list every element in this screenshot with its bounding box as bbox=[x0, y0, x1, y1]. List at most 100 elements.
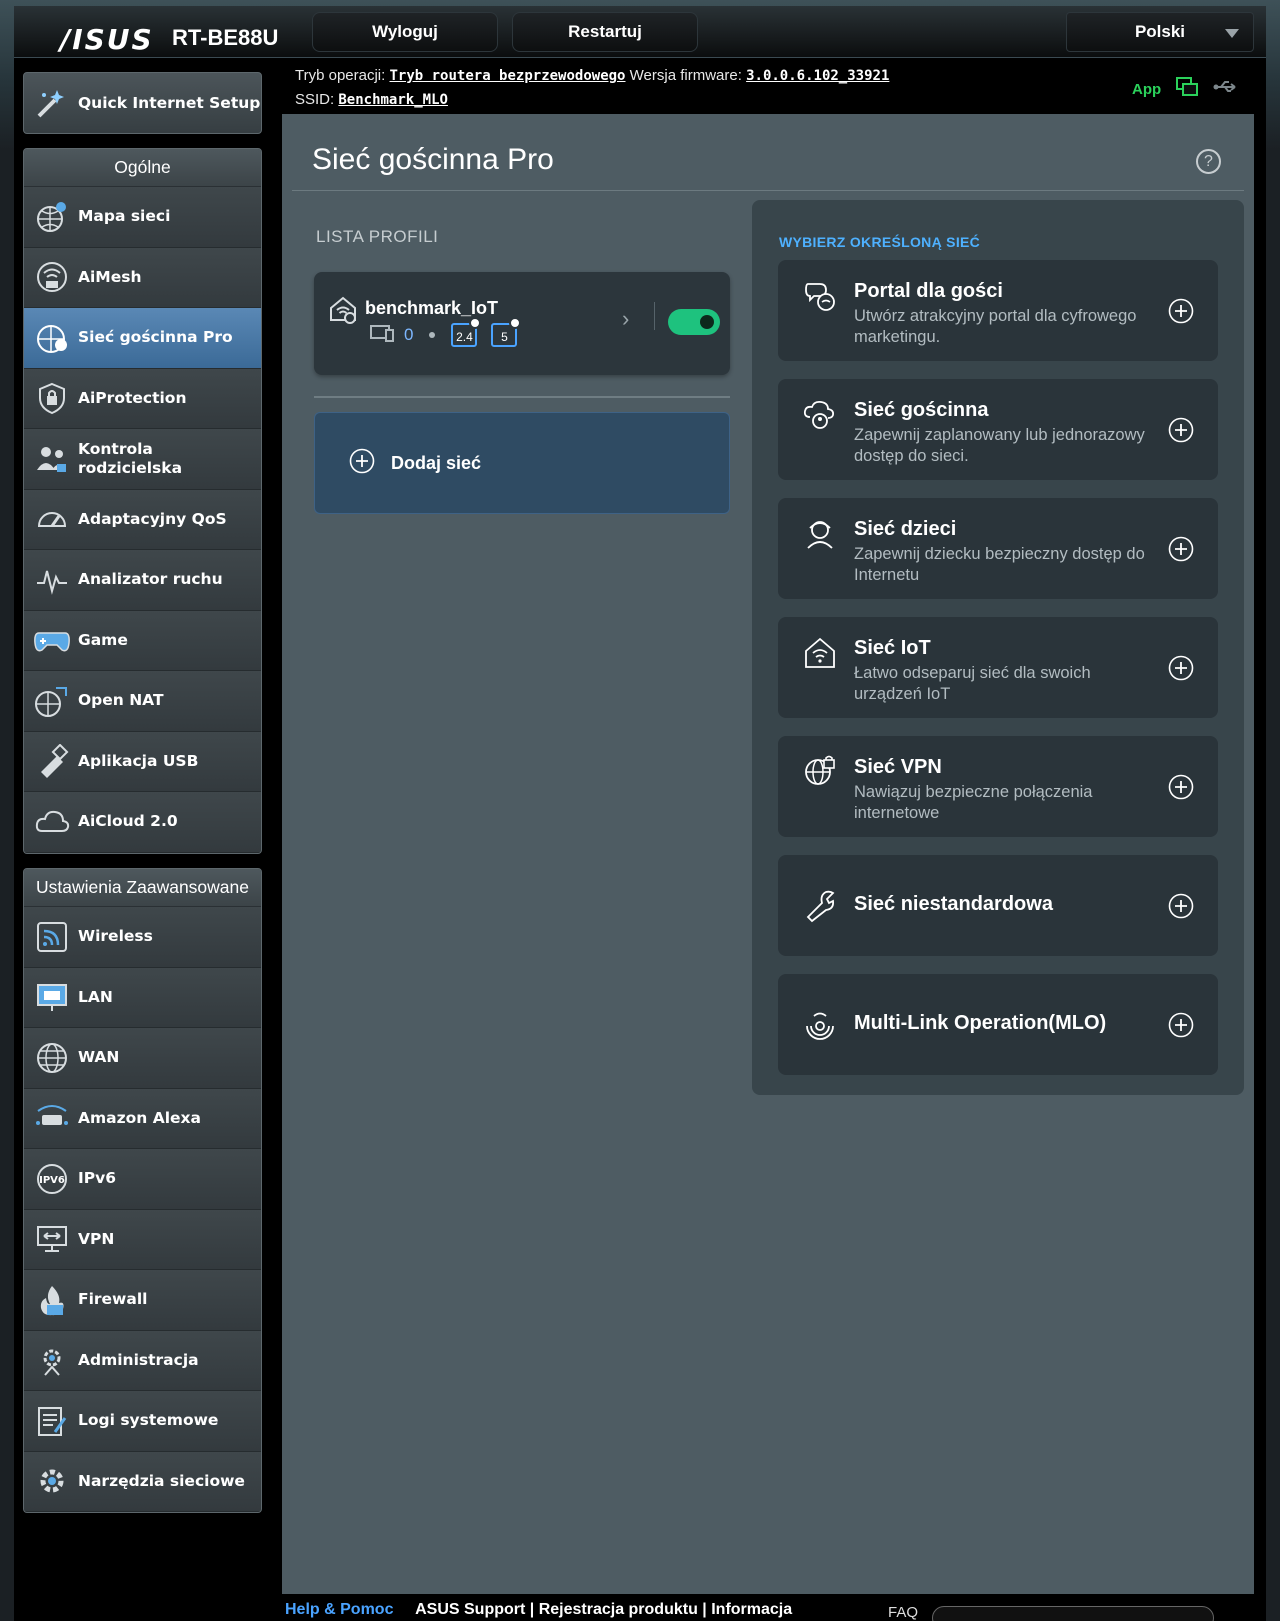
card-divider bbox=[654, 302, 655, 330]
profile-name: benchmark_IoT bbox=[365, 298, 499, 318]
network-option-description: Nawiązuj bezpieczne połączenia interneto… bbox=[854, 783, 1093, 822]
lan-icon bbox=[32, 977, 72, 1017]
page-title: Sieć gościnna Pro bbox=[312, 143, 554, 176]
network-tools-icon bbox=[32, 1461, 72, 1501]
profile-toggle[interactable] bbox=[668, 309, 720, 335]
profile-card[interactable]: benchmark_IoT 0 2.4 5 › bbox=[314, 272, 730, 375]
sidebar-item-label: Wireless bbox=[78, 927, 153, 946]
ssid-link[interactable]: Benchmark_MLO bbox=[338, 92, 448, 108]
sidebar-item-vpn[interactable]: VPN bbox=[24, 1209, 261, 1270]
support-links[interactable]: ASUS Support | Rejestracja produktu | In… bbox=[415, 1601, 792, 1618]
sidebar-item-aicloud-2-0[interactable]: AiCloud 2.0 bbox=[24, 792, 261, 853]
mlo-icon bbox=[802, 1006, 838, 1042]
aimesh-icon bbox=[32, 257, 72, 297]
add-network-label: Dodaj sieć bbox=[391, 452, 482, 473]
sidebar-item-analizator-ruchu[interactable]: Analizator ruchu bbox=[24, 550, 261, 611]
network-option-siec-niestandardowa[interactable]: Sieć niestandardowa bbox=[778, 855, 1218, 956]
iot-home-icon bbox=[802, 635, 838, 671]
list-separator bbox=[314, 396, 730, 398]
chevron-right-icon[interactable]: › bbox=[622, 306, 629, 332]
wan-globe-icon bbox=[32, 1038, 72, 1078]
sidebar-item-open-nat[interactable]: Open NAT bbox=[24, 671, 261, 732]
sidebar-item-ipv6[interactable]: IPV6 IPv6 bbox=[24, 1149, 261, 1210]
sidebar-item-firewall[interactable]: Firewall bbox=[24, 1270, 261, 1331]
sidebar-item-aimesh[interactable]: AiMesh bbox=[24, 247, 261, 308]
advanced-title: Ustawienia Zaawansowane bbox=[24, 869, 261, 907]
lock-icon bbox=[469, 316, 482, 329]
sidebar-item-aiprotection[interactable]: AiProtection bbox=[24, 368, 261, 429]
mode-label: Tryb operacji: bbox=[295, 67, 386, 84]
network-option-title: Sieć niestandardowa bbox=[854, 893, 1053, 915]
sidebar-item-label: Kontrola rodzicielska bbox=[78, 439, 183, 477]
band-2g-label: 2.4 bbox=[456, 329, 473, 344]
ssid-label: SSID: bbox=[295, 91, 335, 108]
help-support-link[interactable]: Help & Pomoc bbox=[285, 1601, 393, 1618]
network-status-icon[interactable] bbox=[1175, 76, 1199, 103]
qis-label: Quick Internet Setup bbox=[78, 93, 261, 112]
plus-circle-icon[interactable] bbox=[1168, 417, 1194, 448]
firmware-label: Wersja firmware: bbox=[629, 67, 742, 84]
sidebar-item-amazon-alexa[interactable]: Amazon Alexa bbox=[24, 1088, 261, 1149]
network-option-siec-vpn[interactable]: Sieć VPN Nawiązuj bezpieczne połączenia i… bbox=[778, 736, 1218, 837]
plus-circle-icon[interactable] bbox=[1168, 1012, 1194, 1043]
sidebar-item-wan[interactable]: WAN bbox=[24, 1028, 261, 1089]
sidebar-item-kontrola-rodzicielska[interactable]: Kontrola rodzicielska bbox=[24, 429, 261, 490]
restart-button[interactable]: Restartuj bbox=[512, 12, 698, 52]
general-title: Ogólne bbox=[24, 149, 261, 187]
sidebar-item-label: Adaptacyjny QoS bbox=[78, 509, 227, 528]
logout-button[interactable]: Wyloguj bbox=[312, 12, 498, 52]
quick-internet-setup-button[interactable]: Quick Internet Setup bbox=[23, 72, 262, 134]
add-network-button[interactable]: Dodaj sieć bbox=[314, 412, 730, 514]
sidebar-item-label: LAN bbox=[78, 987, 113, 1006]
usb-status-icon[interactable] bbox=[1213, 79, 1239, 100]
sidebar-item-label: Analizator ruchu bbox=[78, 570, 223, 589]
vpn-globe-lock-icon bbox=[802, 754, 838, 790]
parental-control-icon bbox=[32, 439, 72, 479]
guest-icon bbox=[802, 397, 838, 433]
network-option-siec-dzieci[interactable]: Sieć dzieci Zapewnij dziecku bezpieczny d… bbox=[778, 498, 1218, 599]
guest-network-icon bbox=[32, 318, 72, 358]
faq-search-input[interactable] bbox=[932, 1606, 1214, 1621]
network-type-heading: WYBIERZ OKREŚLONĄ SIEĆ bbox=[779, 234, 981, 250]
sidebar-item-wireless[interactable]: Wireless bbox=[24, 907, 261, 968]
sidebar-item-narzedzia-sieciowe[interactable]: Narzędzia sieciowe bbox=[24, 1451, 261, 1512]
network-option-title: Portal dla gości bbox=[854, 280, 1003, 302]
plus-circle-icon[interactable] bbox=[1168, 655, 1194, 686]
sidebar-item-administracja[interactable]: Administracja bbox=[24, 1330, 261, 1391]
footer-links: Help & Pomoc ASUS Support | Rejestracja … bbox=[285, 1601, 792, 1619]
plus-circle-icon[interactable] bbox=[1168, 536, 1194, 567]
language-select[interactable]: Polski bbox=[1066, 12, 1254, 52]
sidebar-item-mapa-sieci[interactable]: Mapa sieci bbox=[24, 187, 261, 248]
sidebar-item-adaptacyjny-qos[interactable]: Adaptacyjny QoS bbox=[24, 489, 261, 550]
language-value: Polski bbox=[1134, 22, 1186, 41]
network-option-siec-goscinna[interactable]: Sieć gościnna Zapewnij zaplanowany lub je… bbox=[778, 379, 1218, 480]
sidebar-item-game[interactable]: Game bbox=[24, 610, 261, 671]
sidebar-item-label: AiMesh bbox=[78, 267, 142, 286]
app-link[interactable]: App bbox=[1132, 81, 1161, 98]
sidebar-item-label: AiCloud 2.0 bbox=[78, 812, 178, 831]
svg-text:IPV6: IPV6 bbox=[39, 1175, 65, 1186]
router-model: RT-BE88U bbox=[172, 25, 279, 50]
network-option-multi-link-operation-mlo[interactable]: Multi-Link Operation(MLO) bbox=[778, 974, 1218, 1075]
vpn-icon bbox=[32, 1219, 72, 1259]
sidebar-item-aplikacja-usb[interactable]: Aplikacja USB bbox=[24, 731, 261, 792]
band-5g-badge: 5 bbox=[491, 316, 522, 347]
network-option-siec-iot[interactable]: Sieć IoT Łatwo odseparuj sieć dla swoich … bbox=[778, 617, 1218, 718]
magic-wand-icon bbox=[32, 83, 72, 123]
sidebar-item-siec-goscinna-pro[interactable]: Sieć gościnna Pro bbox=[24, 308, 261, 369]
plus-circle-icon[interactable] bbox=[1168, 893, 1194, 924]
plus-circle-icon[interactable] bbox=[1168, 774, 1194, 805]
sidebar-item-logi-systemowe[interactable]: Logi systemowe bbox=[24, 1391, 261, 1452]
asus-logo: /ISUS bbox=[60, 23, 154, 56]
plus-circle-icon[interactable] bbox=[1168, 298, 1194, 329]
sidebar-item-label: Narzędzia sieciowe bbox=[78, 1471, 245, 1490]
firmware-link[interactable]: 3.0.0.6.102_33921 bbox=[746, 68, 889, 84]
mode-link[interactable]: Tryb routera bezprzewodowego bbox=[389, 68, 625, 84]
wireless-icon bbox=[32, 917, 72, 957]
network-option-portal-dla-gosci[interactable]: Portal dla gości Utwórz atrakcyjny portal… bbox=[778, 260, 1218, 361]
help-icon[interactable]: ? bbox=[1196, 149, 1221, 174]
firewall-icon bbox=[32, 1280, 72, 1320]
open-nat-icon bbox=[32, 681, 72, 721]
sidebar-item-lan[interactable]: LAN bbox=[24, 967, 261, 1028]
network-option-title: Multi-Link Operation(MLO) bbox=[854, 1012, 1107, 1034]
